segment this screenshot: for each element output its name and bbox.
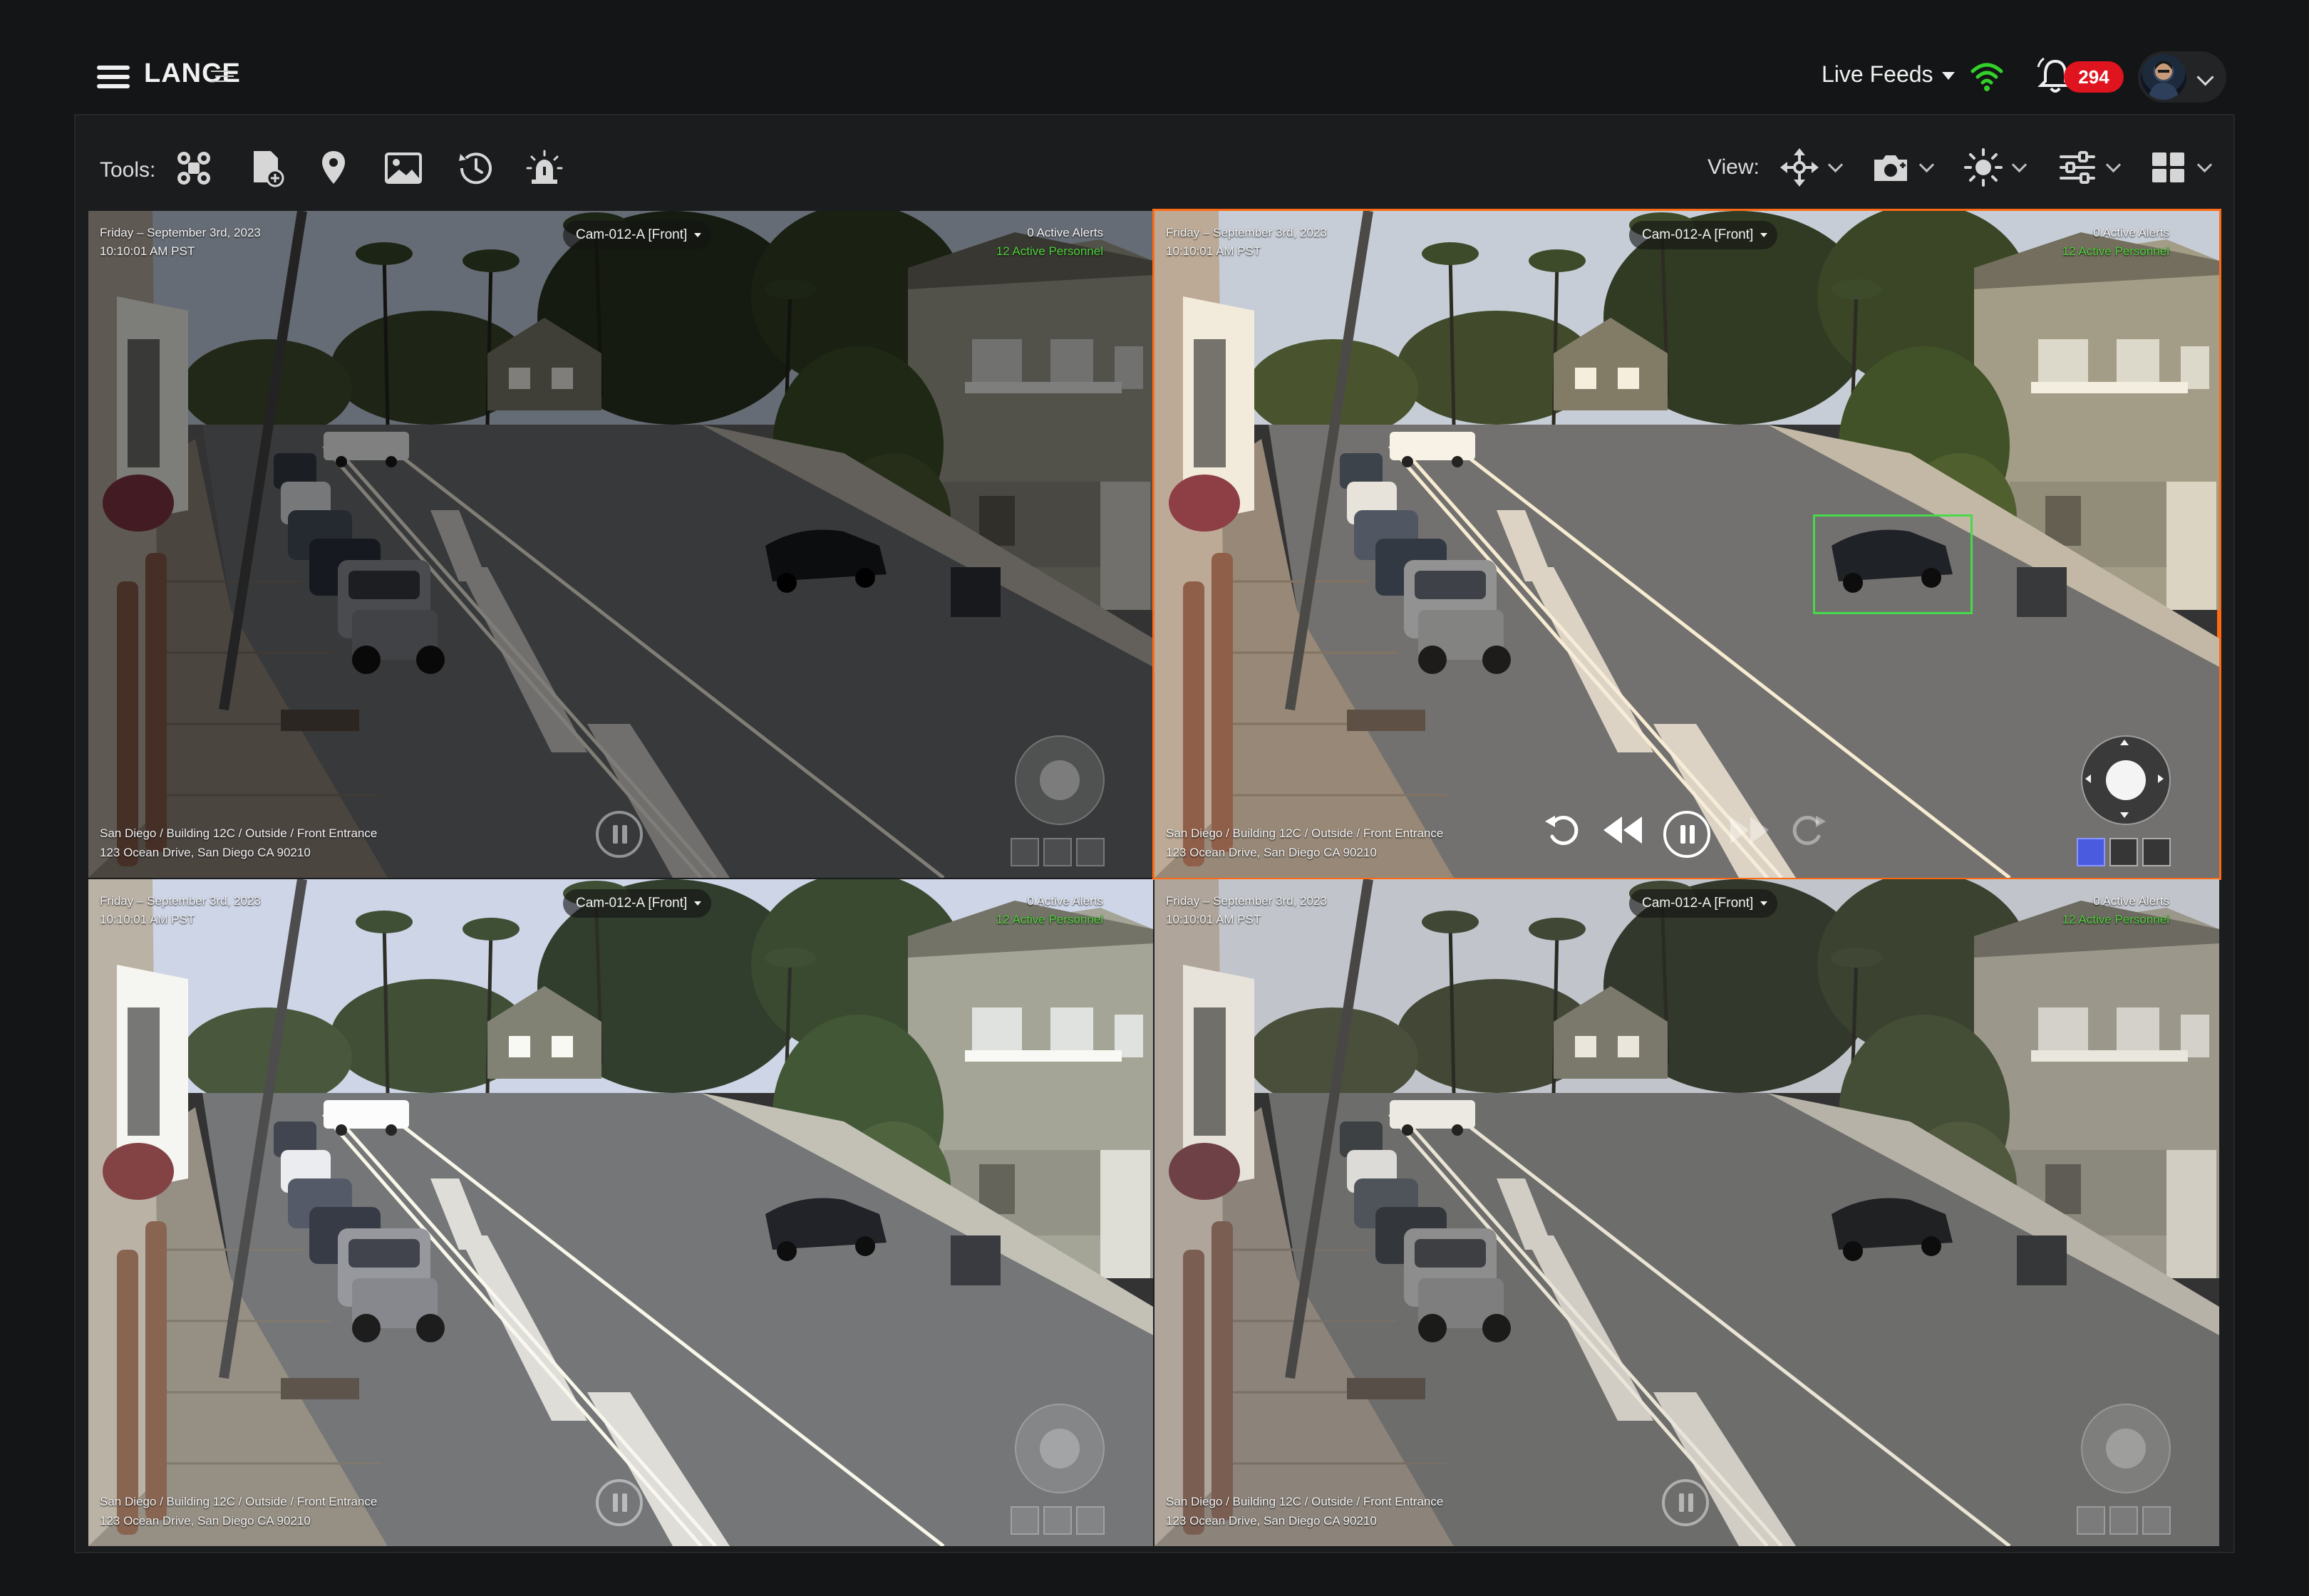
joystick-arrows-icon: [2085, 740, 2164, 818]
camera-select[interactable]: Cam-012-A [Front]: [1629, 889, 1778, 918]
ptz-joystick[interactable]: [2081, 735, 2171, 825]
fullscreen-button[interactable]: [1043, 1506, 1072, 1535]
ptz-mode-button[interactable]: [1011, 1506, 1039, 1535]
feed-location: San Diego / Building 12C / Outside / Fro…: [100, 826, 378, 859]
camera-feed-4[interactable]: Friday – September 3rd, 2023 10:10:01 AM …: [1154, 879, 2219, 1546]
feed-location: San Diego / Building 12C / Outside / Fro…: [1166, 826, 1444, 859]
camera-video-frame: [88, 211, 1153, 878]
caret-down-icon: [694, 901, 702, 906]
brightness-icon: [1964, 148, 2003, 187]
exit-button[interactable]: [2142, 1506, 2171, 1535]
avatar: [2141, 54, 2186, 100]
pause-button[interactable]: [596, 811, 643, 858]
drone-icon[interactable]: [172, 147, 215, 190]
feed-status: 0 Active Alerts 12 Active Personnel: [2062, 226, 2169, 258]
pause-button[interactable]: [1663, 811, 1710, 858]
top-bar: LANCE Live Feeds 294: [0, 0, 2309, 114]
live-feeds-dropdown[interactable]: Live Feeds: [1822, 61, 1955, 88]
camera-feed-3[interactable]: Friday – September 3rd, 2023 10:10:01 AM …: [88, 879, 1153, 1546]
fullscreen-button[interactable]: [2109, 838, 2138, 866]
replay-icon[interactable]: [1539, 807, 1586, 854]
chevron-down-icon: [1918, 157, 1935, 173]
feed-timestamp: Friday – September 3rd, 2023 10:10:01 AM …: [1166, 894, 1327, 926]
document-add-icon[interactable]: [245, 147, 288, 190]
snapshot-button[interactable]: [1870, 147, 1941, 190]
brightness-button[interactable]: [1963, 147, 2034, 190]
camera-feed-2[interactable]: Friday – September 3rd, 2023 10:10:01 AM …: [1152, 209, 2221, 880]
ptz-mode-button[interactable]: [2077, 1506, 2105, 1535]
image-icon[interactable]: [382, 147, 425, 190]
alarm-icon[interactable]: [523, 147, 566, 190]
adjustments-button[interactable]: [2057, 147, 2128, 190]
tools-label: Tools:: [100, 158, 156, 182]
user-menu[interactable]: [2138, 51, 2226, 103]
chevron-down-icon: [2196, 68, 2214, 86]
camera-select[interactable]: Cam-012-A [Front]: [563, 221, 712, 249]
redo-icon[interactable]: [1784, 807, 1832, 854]
camera-select[interactable]: Cam-012-A [Front]: [1629, 221, 1778, 249]
notification-count-badge: 294: [2064, 61, 2124, 93]
camera-select[interactable]: Cam-012-A [Front]: [563, 889, 712, 918]
move-view-button[interactable]: [1779, 147, 1850, 190]
camera-video-frame: [88, 879, 1153, 1546]
feed-timestamp: Friday – September 3rd, 2023 10:10:01 AM …: [1166, 226, 1327, 258]
caret-down-icon: [1760, 233, 1768, 237]
exit-button[interactable]: [2142, 838, 2171, 866]
sliders-icon: [2060, 151, 2095, 184]
rewind-icon[interactable]: [1599, 807, 1646, 854]
grid-layout-icon: [2152, 152, 2184, 182]
camera-video-frame: [1154, 879, 2219, 1546]
move-arrows-icon: [1780, 148, 1819, 187]
feed-location: San Diego / Building 12C / Outside / Fro…: [100, 1495, 378, 1528]
ptz-joystick[interactable]: [1015, 1404, 1105, 1493]
hamburger-menu-icon[interactable]: [97, 63, 131, 91]
fullscreen-button[interactable]: [2109, 1506, 2138, 1535]
caret-down-icon: [1760, 901, 1768, 906]
ptz-joystick[interactable]: [2081, 1404, 2171, 1493]
feed-status: 0 Active Alerts 12 Active Personnel: [2062, 894, 2169, 926]
feed-status: 0 Active Alerts 12 Active Personnel: [996, 894, 1103, 926]
history-icon[interactable]: [455, 147, 497, 190]
ptz-joystick[interactable]: [1015, 735, 1105, 825]
camera-feed-1[interactable]: Friday – September 3rd, 2023 10:10:01 AM …: [88, 211, 1153, 878]
pause-button[interactable]: [1662, 1479, 1709, 1526]
map-pin-icon[interactable]: [312, 147, 355, 190]
caret-down-icon: [694, 233, 702, 237]
fullscreen-button[interactable]: [1043, 838, 1072, 866]
camera-add-icon: [1874, 155, 1907, 181]
feed-status: 0 Active Alerts 12 Active Personnel: [996, 226, 1103, 258]
chevron-down-icon: [2196, 157, 2213, 173]
camera-video-frame: [1154, 211, 2219, 878]
caret-down-icon: [1941, 72, 1955, 81]
ptz-mode-button[interactable]: [1011, 838, 1039, 866]
brand-streak-icon: [211, 71, 234, 82]
video-panel: Tools: View: Friday – September 3rd, 202…: [74, 114, 2235, 1553]
chevron-down-icon: [2011, 157, 2028, 173]
wifi-icon[interactable]: [1968, 57, 2005, 94]
live-feeds-label: Live Feeds: [1822, 61, 1933, 87]
feed-timestamp: Friday – September 3rd, 2023 10:10:01 AM …: [100, 226, 261, 258]
exit-button[interactable]: [1076, 1506, 1105, 1535]
layout-button[interactable]: [2148, 147, 2219, 190]
pause-button[interactable]: [596, 1479, 643, 1526]
fast-forward-icon[interactable]: [1726, 807, 1773, 854]
ptz-mode-button[interactable]: [2077, 838, 2105, 866]
view-label: View:: [1708, 155, 1760, 179]
chevron-down-icon: [2105, 157, 2122, 173]
vehicle-detection-box[interactable]: [1813, 514, 1973, 614]
feed-timestamp: Friday – September 3rd, 2023 10:10:01 AM …: [100, 894, 261, 926]
exit-button[interactable]: [1076, 838, 1105, 866]
feed-location: San Diego / Building 12C / Outside / Fro…: [1166, 1495, 1444, 1528]
chevron-down-icon: [1827, 157, 1844, 173]
